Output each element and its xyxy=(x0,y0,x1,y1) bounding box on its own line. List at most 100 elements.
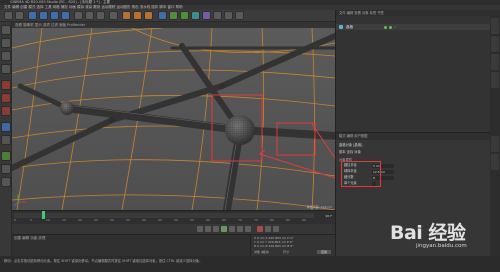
next-frame-icon[interactable] xyxy=(229,226,235,232)
tick-label: 85 xyxy=(286,218,290,222)
tick-label: 50 xyxy=(174,218,178,222)
material-manager[interactable]: 创建 编辑 功能 纹理 xyxy=(12,234,250,256)
go-to-end-icon[interactable] xyxy=(245,226,251,232)
tick-label: 30 xyxy=(110,218,114,222)
rotate-icon[interactable] xyxy=(61,11,70,20)
enable-axis-icon[interactable] xyxy=(1,122,11,132)
tick-label: 15 xyxy=(62,218,66,222)
lattice-icon xyxy=(339,25,343,29)
go-to-start-icon[interactable] xyxy=(197,226,203,232)
tick-label: 40 xyxy=(142,218,146,222)
cinema4d-window: CINEMA 4D R20.059 Studio (RC - R20) - [未… xyxy=(0,0,500,272)
redo-icon[interactable] xyxy=(15,11,24,20)
undo-icon[interactable] xyxy=(4,11,13,20)
coordinate-system-icon[interactable] xyxy=(109,11,118,20)
pen-icon[interactable] xyxy=(169,11,178,20)
timeline[interactable]: 0 5 10 15 20 25 30 35 40 45 50 55 60 65 … xyxy=(12,210,335,224)
tick-label: 55 xyxy=(190,218,194,222)
texture-mode-icon[interactable] xyxy=(1,51,11,61)
attribute-manager-menu[interactable]: 模式 编辑 用户数据 xyxy=(336,133,491,140)
subdivision-icon[interactable] xyxy=(180,11,189,20)
camera-icon[interactable] xyxy=(224,11,233,20)
tick-label: 60 xyxy=(206,218,210,222)
side-tab-layers[interactable] xyxy=(491,154,499,170)
coordinate-manager: X 0 cm X 220.803 cm H 0° Y 0 cm Y 220.80… xyxy=(250,234,335,256)
tick-label: 45 xyxy=(158,218,162,222)
coord-size-select[interactable]: 尺寸 xyxy=(283,250,289,254)
object-manager-menu-items[interactable]: 文件 编辑 查看 对象 标签 书签 xyxy=(339,10,384,16)
tick-label: 5 xyxy=(30,218,32,222)
z-axis-icon[interactable] xyxy=(96,11,105,20)
deformer-icon[interactable] xyxy=(202,11,211,20)
scale-icon[interactable] xyxy=(50,11,59,20)
object-row-lattice[interactable]: 晶格 ✓ xyxy=(336,24,500,30)
snap-icon[interactable] xyxy=(1,151,11,161)
joint-sphere-center-mesh xyxy=(225,115,255,145)
highlight-box-attributes xyxy=(341,161,381,187)
render-visibility-dot[interactable] xyxy=(389,25,392,29)
timeline-ruler[interactable] xyxy=(14,213,314,218)
planar-workplane-icon[interactable] xyxy=(1,177,11,187)
y-axis-icon[interactable] xyxy=(85,11,94,20)
play-icon[interactable] xyxy=(221,226,227,232)
model-mode-icon[interactable] xyxy=(1,38,11,48)
material-menu[interactable]: 创建 编辑 功能 纹理 xyxy=(14,236,45,241)
apply-button[interactable]: 应用 xyxy=(317,250,331,254)
render-settings-icon[interactable] xyxy=(144,11,153,20)
render-picture-viewer-icon[interactable] xyxy=(133,11,142,20)
move-icon[interactable] xyxy=(39,11,48,20)
side-tab-objects[interactable] xyxy=(491,18,499,34)
autokey-icon[interactable] xyxy=(265,226,271,232)
coord-mode-select[interactable]: 对象 (相对) xyxy=(254,250,269,254)
grid-spacing-label: 网格间距: 100 cm xyxy=(306,205,332,209)
playhead[interactable] xyxy=(42,211,45,219)
polygons-mode-icon[interactable] xyxy=(1,106,11,116)
enabled-check-icon[interactable]: ✓ xyxy=(394,25,397,29)
side-tab-attributes[interactable] xyxy=(491,136,499,152)
joint-sphere-small-2 xyxy=(219,83,225,89)
watermark-site: jingyan.baidu.com xyxy=(416,243,467,249)
attribute-menu-items[interactable]: 模式 编辑 用户数据 xyxy=(339,133,367,140)
points-mode-icon[interactable] xyxy=(1,80,11,90)
status-bar: 移动：点击并拖动鼠标移动元素。按住 SHIFT 键量化移动；节点编辑模式时按住 … xyxy=(0,256,500,272)
floor-icon[interactable] xyxy=(213,11,222,20)
tick-label: 20 xyxy=(78,218,82,222)
perspective-viewport[interactable]: 网格间距: 100 cm xyxy=(12,28,335,210)
side-tab-takes[interactable] xyxy=(491,36,499,52)
x-axis-icon[interactable] xyxy=(74,11,83,20)
lattice-render xyxy=(12,28,335,210)
record-icon[interactable] xyxy=(257,226,263,232)
joint-sphere-left-mesh xyxy=(60,101,74,115)
tick-label: 75 xyxy=(254,218,258,222)
attribute-object-label: 晶格对象 [晶格] xyxy=(339,143,363,147)
side-tab-content-browser[interactable] xyxy=(491,54,499,70)
tweak-icon[interactable] xyxy=(1,135,11,145)
next-key-icon[interactable] xyxy=(237,226,243,232)
previous-frame-icon[interactable] xyxy=(213,226,219,232)
attribute-tabs[interactable]: 基本 坐标 对象 xyxy=(339,149,361,154)
tick-label: 35 xyxy=(126,218,130,222)
tick-label: 10 xyxy=(46,218,50,222)
coord-row-z[interactable]: Z 0 cm Z 220.803 cm B 0° xyxy=(254,244,294,248)
main-toolbar xyxy=(0,10,335,22)
workplane-icon[interactable] xyxy=(1,64,11,74)
tick-label: 80 xyxy=(270,218,274,222)
edges-mode-icon[interactable] xyxy=(1,93,11,103)
object-manager: 文件 编辑 查看 对象 标签 书签 晶格 ✓ xyxy=(335,10,500,132)
tick-label: 90 xyxy=(302,218,306,222)
object-manager-menu[interactable]: 文件 编辑 查看 对象 标签 书签 xyxy=(336,10,500,16)
previous-key-icon[interactable] xyxy=(205,226,211,232)
editor-visibility-dot[interactable] xyxy=(384,25,387,29)
lock-workplane-icon[interactable] xyxy=(1,164,11,174)
make-editable-icon[interactable] xyxy=(1,25,11,35)
object-name[interactable]: 晶格 xyxy=(346,24,353,30)
cube-icon[interactable] xyxy=(158,11,167,20)
watermark-brand: Bai 经验 xyxy=(390,222,466,244)
cloner-icon[interactable] xyxy=(191,11,200,20)
side-tab-structure[interactable] xyxy=(491,72,499,88)
render-view-icon[interactable] xyxy=(122,11,131,20)
tick-label: 65 xyxy=(222,218,226,222)
select-icon[interactable] xyxy=(28,11,37,20)
keyframe-selection-icon[interactable] xyxy=(273,226,279,232)
light-icon[interactable] xyxy=(235,11,244,20)
